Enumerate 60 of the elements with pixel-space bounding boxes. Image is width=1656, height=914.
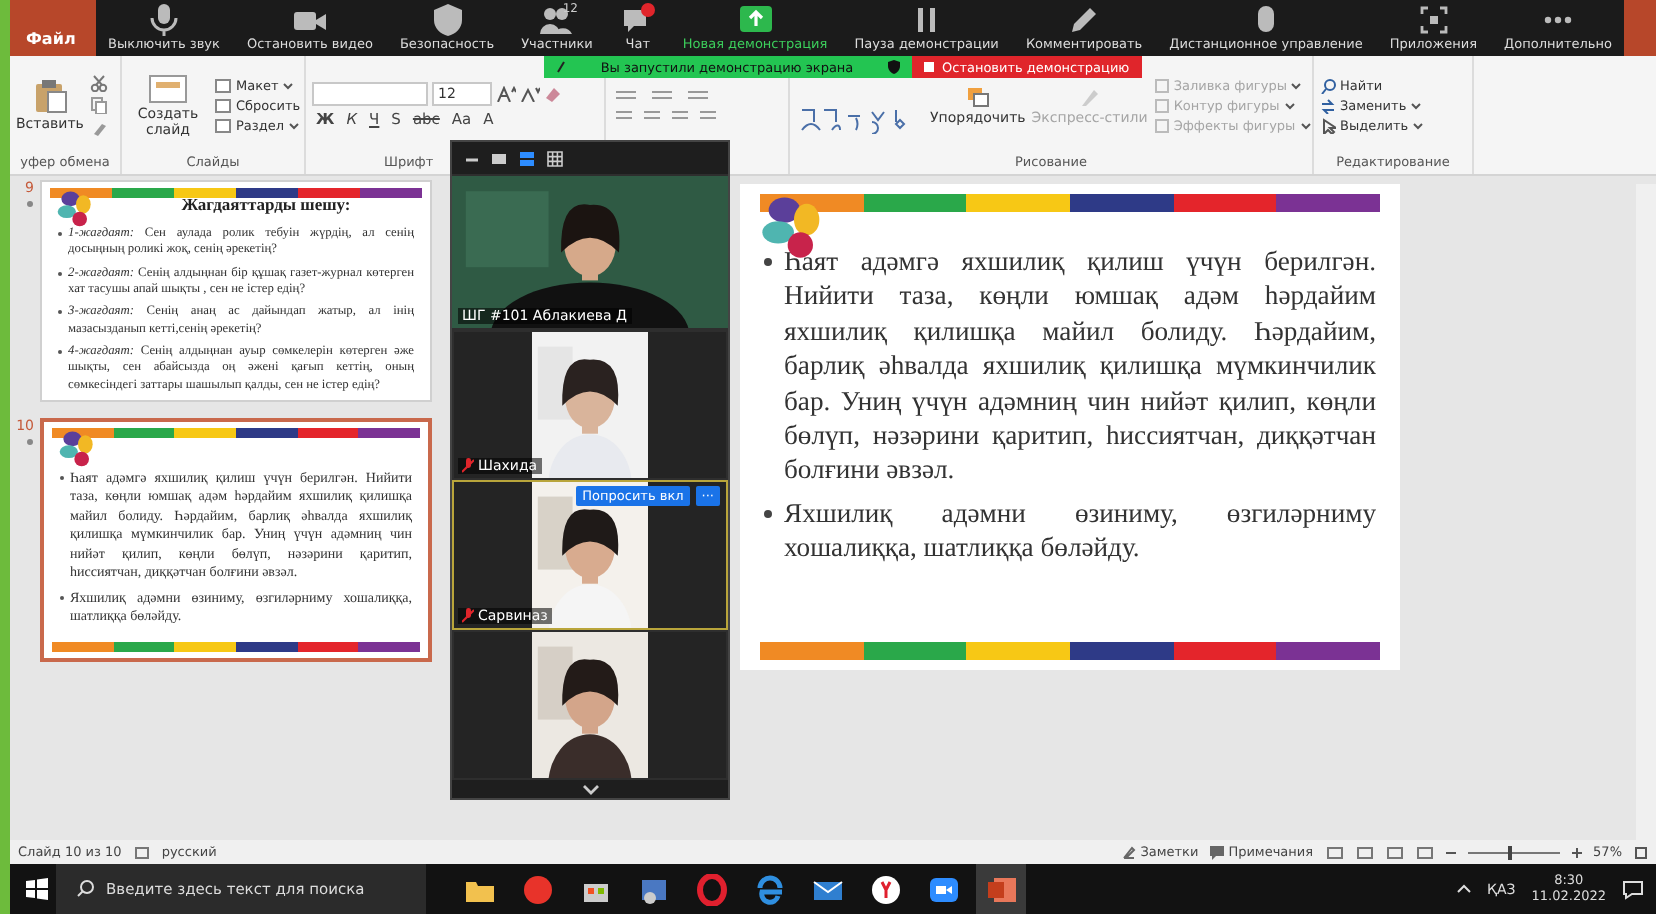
stop-icon — [924, 62, 934, 72]
browser-e-icon[interactable] — [753, 873, 785, 905]
share-screen-icon — [737, 2, 774, 36]
clear-format-icon[interactable] — [544, 86, 562, 102]
arrange-icon — [965, 85, 990, 107]
clipboard-icon — [31, 78, 68, 114]
slide-icon — [148, 73, 188, 103]
bullet-text: Яхшилиқ адәмни өзиниму, өзгиләрниму хошалиққа, шатлиққа бөләйду. — [784, 495, 1376, 566]
layout-icon — [214, 77, 232, 93]
circle-browser-icon[interactable] — [869, 873, 901, 905]
effects-icon — [1153, 117, 1170, 133]
windows-icon[interactable] — [26, 878, 48, 900]
outline-icon — [1153, 97, 1170, 113]
plus-icon[interactable] — [1571, 847, 1582, 857]
grow-font-icon[interactable] — [496, 86, 516, 102]
minus-icon[interactable] — [1445, 847, 1456, 857]
fill-icon — [1153, 77, 1170, 93]
bullet-icon — [764, 509, 772, 518]
bullet-text: Һаят адәмгә яхшилиқ қилиш үчүн берилгән. Нийити таза, көңли юмшақ адәм һәрдайим яхшилиқ қилишқа майил болиду. Һәрдайим, барлиқ әһвалда яхшилиқ қилишқа мүмкинчилик бар. Униң үчүн адәмниң чин нийәт қилип, көңли бөлүп, нәзәрини қаритип, һиссиятчан, диққәтчан болғини әвзәл. — [784, 244, 1376, 488]
fit-icon[interactable] — [1634, 845, 1648, 859]
window-icon[interactable] — [490, 150, 508, 166]
ring-icon[interactable] — [695, 873, 727, 905]
comment-icon — [1210, 845, 1225, 859]
bullet-icon — [764, 258, 772, 266]
brush-icon[interactable] — [89, 118, 108, 136]
font-name-field[interactable] — [312, 82, 428, 106]
apps-icon — [1415, 2, 1452, 36]
people-icon — [538, 2, 575, 36]
slides-app-icon[interactable] — [985, 873, 1017, 905]
pin-icon — [556, 60, 566, 74]
microphone-icon — [145, 2, 182, 36]
normal-view-icon[interactable] — [1325, 845, 1344, 859]
muted-mic-icon — [462, 608, 474, 624]
more-icon — [1539, 14, 1576, 26]
notes-icon — [1122, 845, 1137, 859]
zoom-slider[interactable] — [1508, 845, 1513, 859]
file-tab[interactable]: Файл — [10, 30, 92, 56]
shield-icon — [429, 2, 465, 36]
search-icon — [76, 880, 94, 898]
search-icon — [1320, 77, 1336, 93]
notification-icon[interactable] — [1622, 879, 1644, 899]
cursor-icon — [1320, 117, 1336, 133]
replace-icon — [1320, 97, 1336, 113]
slide-thumbnail[interactable] — [40, 417, 432, 663]
chat-icon — [619, 2, 656, 36]
scissors-icon[interactable] — [89, 74, 108, 92]
chevron-down-icon[interactable] — [581, 783, 599, 795]
slide-title: Жагдаяттарды шешу: — [179, 194, 353, 214]
caret-icon — [288, 121, 301, 129]
caret-icon — [282, 81, 295, 89]
grid-icon[interactable] — [546, 149, 564, 167]
copy-icon[interactable] — [89, 96, 108, 114]
shield-icon[interactable] — [888, 60, 900, 74]
speaker-view-icon[interactable] — [518, 149, 536, 167]
chevron-up-icon[interactable] — [1455, 884, 1472, 894]
slide-thumbnail[interactable] — [40, 180, 432, 402]
video-call-icon[interactable] — [927, 873, 959, 905]
shrink-font-icon[interactable] — [520, 86, 540, 102]
brush-icon — [1077, 85, 1102, 107]
muted-mic-icon — [462, 458, 474, 474]
